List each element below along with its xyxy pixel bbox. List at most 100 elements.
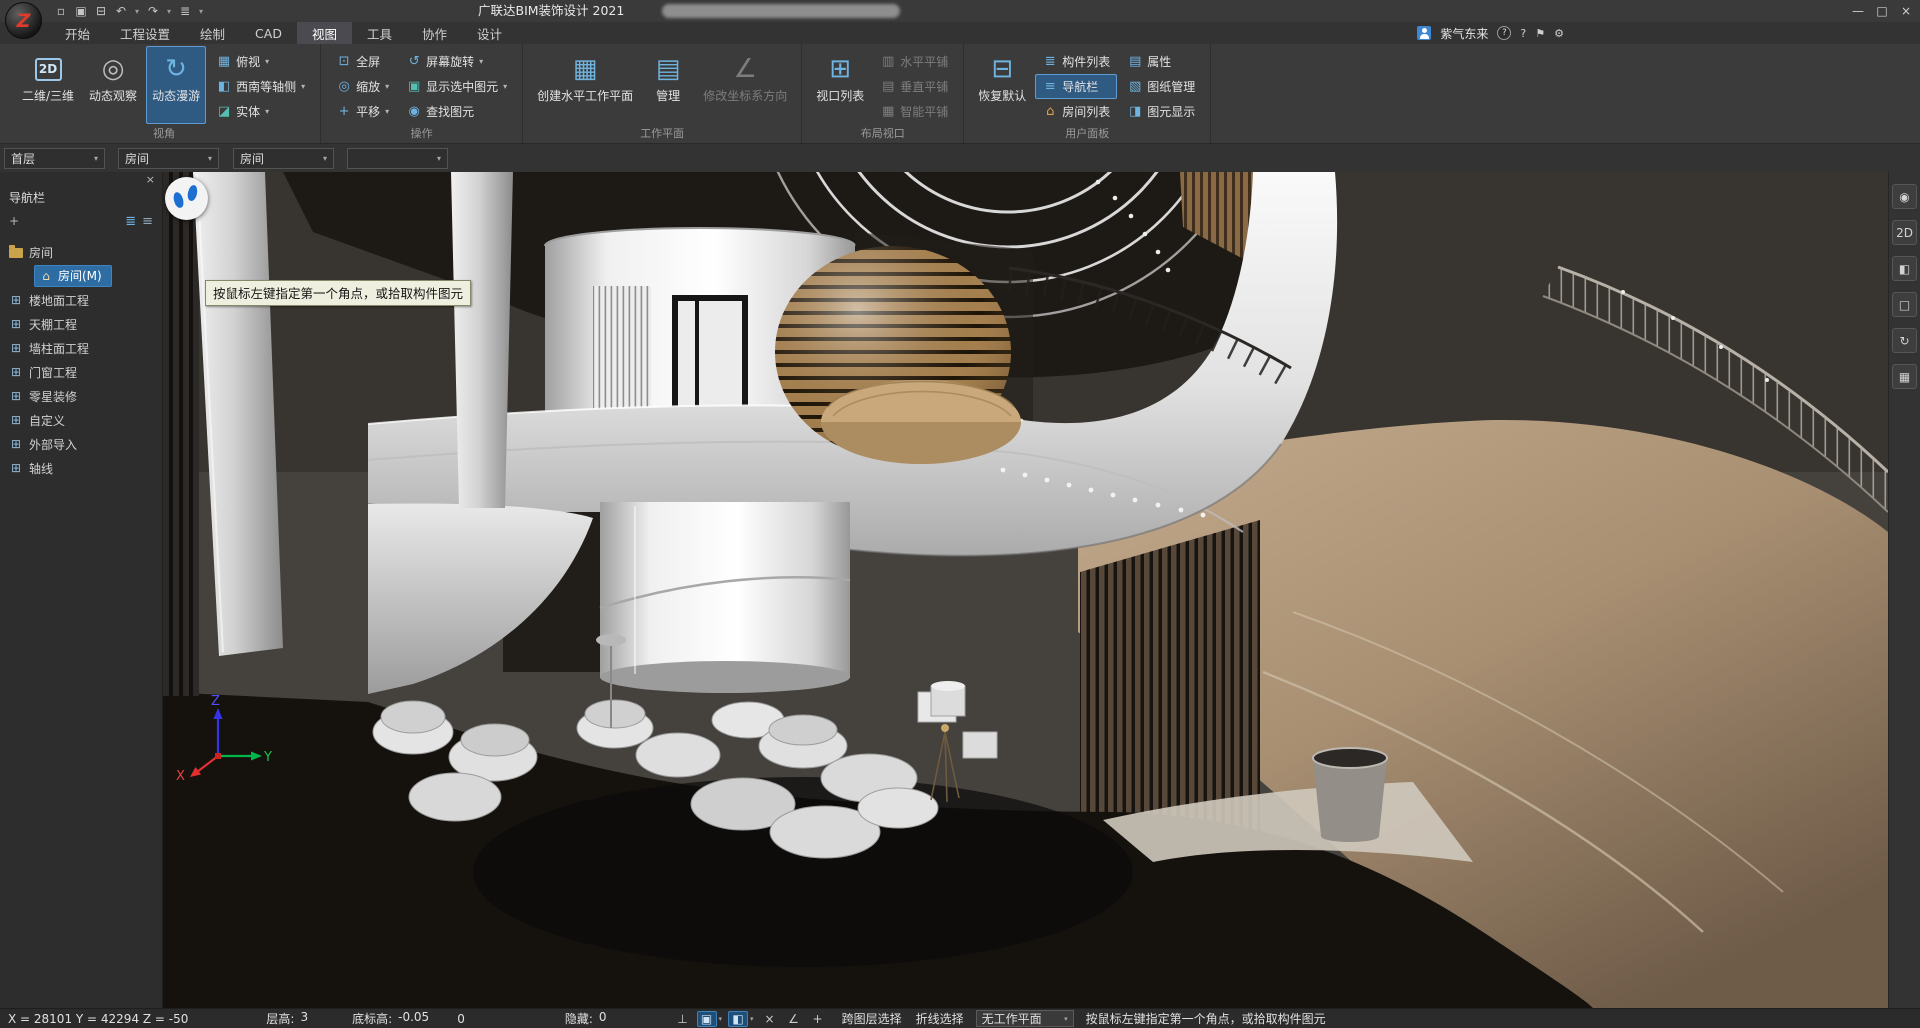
room-select-1[interactable]: 房间 ▾ [118,148,219,169]
settings-gear-icon[interactable]: ⚙ [1554,27,1564,40]
iso-view-button[interactable]: ◧ [1892,256,1917,281]
button-label: 水平平铺 [900,53,948,70]
toolbar-options-icon[interactable]: ▾ [196,7,206,16]
solid-style-button[interactable]: ◪ 实体 ▾ [209,99,312,124]
clear-selection-icon[interactable]: × [760,1011,780,1027]
southwest-isometric-button[interactable]: ◧ 西南等轴侧 ▾ [209,74,312,99]
save-icon[interactable]: ⊟ [92,4,110,18]
tree-node-room-m-selected[interactable]: ⌂ 房间(M) [0,264,162,288]
polyline-select-toggle[interactable]: 折线选择 [916,1010,964,1027]
visual-style-button[interactable]: ◉ [1892,184,1917,209]
smart-tile-button[interactable]: ▦ 智能平铺 [873,99,955,124]
tree-node-room-folder[interactable]: 房间 [0,240,162,264]
locate-icon[interactable]: + [9,214,19,228]
maximize-button[interactable]: □ [1870,0,1894,22]
tree-node-ceiling-works[interactable]: ⊞ 天棚工程 [0,312,162,336]
tree-node-external-import[interactable]: ⊞ 外部导入 [0,432,162,456]
statusbar: X = 28101 Y = 42294 Z = -50 层高: 3 底标高: -… [0,1008,1920,1028]
vertical-tile-button[interactable]: ▤ 垂直平铺 [873,74,955,99]
angle-tool-icon[interactable]: ∠ [784,1011,804,1027]
top-view-button[interactable]: ▦ 俯视 ▾ [209,49,312,74]
app-logo[interactable]: Z [5,2,42,39]
tree-label: 房间 [29,244,53,261]
modify-coordinate-direction-button[interactable]: ∠ 修改坐标系方向 [697,46,793,124]
workplane-select[interactable]: 无工作平面 ▾ [976,1010,1074,1027]
component-list-button[interactable]: ≣ 构件列表 [1035,49,1117,74]
tree-node-floor-works[interactable]: ⊞ 楼地面工程 [0,288,162,312]
tab-tools[interactable]: 工具 [352,22,407,44]
redo-dropdown-icon[interactable]: ▾ [164,7,174,16]
new-file-icon[interactable]: ▫ [52,4,70,18]
plane-filter-caret-icon[interactable]: ▾ [719,1015,723,1023]
print-icon[interactable]: ≣ [176,4,194,18]
tab-project-settings[interactable]: 工程设置 [105,22,185,44]
tab-view[interactable]: 视图 [297,22,352,44]
create-horizontal-workplane-button[interactable]: ▦ 创建水平工作平面 [531,46,639,124]
undo-dropdown-icon[interactable]: ▾ [132,7,142,16]
room-list-button[interactable]: ⌂ 房间列表 [1035,99,1117,124]
2d-3d-toggle-button[interactable]: 2D 二维/三维 [16,46,80,124]
plane-filter-button[interactable]: ▣ [697,1011,717,1027]
2d-view-button[interactable]: 2D [1892,220,1917,245]
user-name[interactable]: 紫气东来 [1440,25,1488,42]
ribbon-group-operations: ⊡ 全屏 ◎ 缩放 ▾ + 平移 ▾ ↺ [321,44,523,143]
ortho-snap-icon[interactable]: ⊥ [673,1011,693,1027]
properties-button[interactable]: ▤ 属性 [1120,49,1202,74]
show-selected-icon: ▣ [406,79,422,95]
solid-filter-caret-icon[interactable]: ▾ [750,1015,754,1023]
navigation-bar-button[interactable]: ≡ 导航栏 [1035,74,1117,99]
panel-close-icon[interactable]: × [146,173,155,188]
manage-workplane-button[interactable]: ▤ 管理 [642,46,694,124]
tree-node-door-window-works[interactable]: ⊞ 门窗工程 [0,360,162,384]
tab-design[interactable]: 设计 [462,22,517,44]
fullscreen-button[interactable]: ⊡ 全屏 [329,49,396,74]
front-view-button[interactable]: □ [1892,292,1917,317]
restore-default-button[interactable]: ⊟ 恢复默认 [972,46,1032,124]
list-view-icon[interactable]: ≣ [125,214,136,229]
tree-label-selected: 房间(M) [58,267,102,284]
show-selected-elements-button[interactable]: ▣ 显示选中图元 ▾ [399,74,514,99]
rotate-view-button[interactable]: ↻ [1892,328,1917,353]
tab-collaborate[interactable]: 协作 [407,22,462,44]
dynamic-walkthrough-button[interactable]: ↻ 动态漫游 [146,46,206,124]
solid-cube-icon: ◪ [216,104,232,120]
tree-node-axis-lines[interactable]: ⊞ 轴线 [0,456,162,480]
axis-tool-icon[interactable]: + [808,1011,828,1027]
open-file-icon[interactable]: ▣ [72,4,90,18]
close-button[interactable]: × [1894,0,1918,22]
zoom-button[interactable]: ◎ 缩放 ▾ [329,74,396,99]
viewport-list-button[interactable]: ⊞ 视口列表 [810,46,870,124]
room-select-2[interactable]: 房间 ▾ [233,148,334,169]
screen-rotate-button[interactable]: ↺ 屏幕旋转 ▾ [399,49,514,74]
tree-node-misc-decoration[interactable]: ⊞ 零星装修 [0,384,162,408]
level-select[interactable]: 首层 ▾ [4,148,105,169]
element-display-button[interactable]: ◨ 图元显示 [1120,99,1202,124]
pin-icon[interactable]: ⚑ [1535,27,1545,40]
redo-icon[interactable]: ↷ [144,4,162,18]
minimize-button[interactable]: — [1846,0,1870,22]
ribbon-group-view-angle: 2D 二维/三维 ◎ 动态观察 ↻ 动态漫游 ▦ 俯视 ▾ [8,44,321,143]
zoom-magnifier-icon: ◎ [336,79,352,95]
solid-filter-button[interactable]: ◧ [728,1011,748,1027]
dynamic-orbit-button[interactable]: ◎ 动态观察 [83,46,143,124]
hidden-count: 隐藏: 0 [565,1010,607,1027]
tab-draw[interactable]: 绘制 [185,22,240,44]
panel-toolbar: + ≣ ≡ [0,208,162,234]
detail-view-icon[interactable]: ≡ [142,214,153,229]
tree-node-wall-column-works[interactable]: ⊞ 墙柱面工程 [0,336,162,360]
dropdown-caret-icon: ▾ [385,107,389,116]
drawing-management-button[interactable]: ▧ 图纸管理 [1120,74,1202,99]
cross-layer-select-toggle[interactable]: 跨图层选择 [842,1010,902,1027]
tab-start[interactable]: 开始 [50,22,105,44]
question-icon[interactable]: ? [1520,27,1526,40]
tree-node-custom[interactable]: ⊞ 自定义 [0,408,162,432]
find-element-button[interactable]: ◉ 查找图元 [399,99,514,124]
horizontal-tile-button[interactable]: ▥ 水平平铺 [873,49,955,74]
undo-icon[interactable]: ↶ [112,4,130,18]
viewport-layout-button[interactable]: ▦ [1892,364,1917,389]
viewport-3d[interactable]: Z Y X 按鼠标左键指定第一个角点，或拾取构件图元 [163,172,1888,1008]
pan-button[interactable]: + 平移 ▾ [329,99,396,124]
tab-cad[interactable]: CAD [240,22,297,44]
help-icon[interactable]: ? [1497,26,1511,40]
empty-select[interactable]: ▾ [347,148,448,169]
